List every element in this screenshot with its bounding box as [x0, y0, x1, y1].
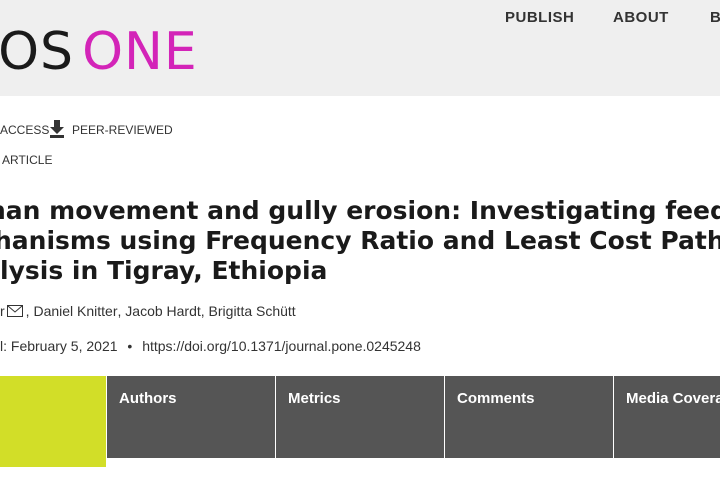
author-name[interactable]: r — [0, 303, 5, 319]
tab-comments[interactable]: Comments — [445, 376, 613, 458]
author-name[interactable]: Brigitta Schütt — [209, 303, 296, 319]
peer-reviewed-icon — [50, 120, 64, 138]
tab-metrics[interactable]: Metrics — [276, 376, 444, 458]
separator-bullet: • — [127, 338, 133, 354]
tab-article[interactable] — [0, 376, 106, 467]
email-icon[interactable] — [6, 305, 23, 317]
nav-about[interactable]: ABOUT — [613, 9, 669, 26]
author-name[interactable]: Daniel Knitter — [33, 303, 117, 319]
nav-browse[interactable]: B — [710, 9, 720, 26]
doi-link[interactable]: https://doi.org/10.1371/journal.pone.024… — [142, 338, 421, 354]
open-access-badge[interactable]: ACCESS — [0, 123, 49, 137]
logo-one: ONE — [82, 22, 198, 82]
tab-authors[interactable]: Authors — [107, 376, 275, 458]
tab-media-coverage[interactable]: Media Covera — [614, 376, 720, 458]
article-type-label: ARTICLE — [2, 153, 53, 167]
nav-publish[interactable]: PUBLISH — [505, 9, 574, 26]
title-line: hanisms using Frequency Ratio and Least … — [0, 226, 720, 255]
author-list: r , Daniel Knitter , Jacob Hardt , Brigi… — [0, 303, 296, 319]
article-title: nan movement and gully erosion: Investig… — [0, 196, 720, 286]
title-line: nan movement and gully erosion: Investig… — [0, 196, 720, 225]
publication-info: l: February 5, 2021 • https://doi.org/10… — [0, 338, 421, 354]
title-line: lysis in Tigray, Ethiopia — [0, 256, 328, 285]
logo-plos: LOS — [0, 22, 75, 82]
site-header: LOSONE PUBLISH ABOUT B — [0, 0, 720, 96]
peer-reviewed-badge[interactable]: PEER-REVIEWED — [72, 123, 173, 137]
author-name[interactable]: Jacob Hardt — [125, 303, 200, 319]
plos-one-logo[interactable]: LOSONE — [0, 22, 198, 82]
published-date: l: February 5, 2021 — [0, 338, 118, 354]
